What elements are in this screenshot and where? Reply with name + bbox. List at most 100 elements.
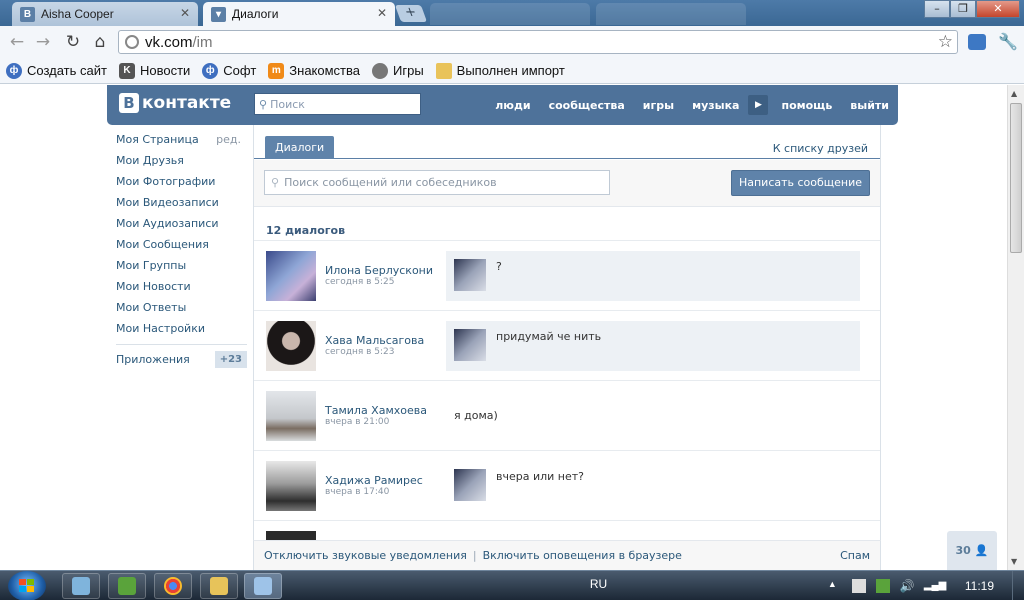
maximize-button[interactable]: ❐ [950,0,976,18]
write-message-button[interactable]: Написать сообщение [731,170,870,196]
scrollbar-thumb[interactable] [1010,103,1022,253]
message-preview[interactable]: ? [446,251,860,301]
nav-games[interactable]: игры [634,99,683,112]
network-signal-icon[interactable]: ▂▄▆ [924,579,946,593]
address-bar[interactable]: vk.com/im ☆ [118,30,958,54]
avatar[interactable] [266,391,316,441]
menu-news[interactable]: Мои Новости [107,276,247,297]
forward-arrow-icon[interactable]: → [32,31,54,53]
menu-apps[interactable]: Приложения +23 [107,349,247,370]
dialog-name[interactable]: Хава Мальсагова [325,334,424,347]
taskbar-active-window[interactable] [244,573,282,599]
menu-audios[interactable]: Мои Аудиозаписи [107,213,247,234]
volume-icon[interactable]: 🔊 [900,579,915,593]
vk-logo[interactable]: B контакте [119,93,231,113]
bookmark-soft[interactable]: ф Софт [202,62,256,79]
scroll-up-icon[interactable]: ▲ [1011,89,1017,98]
menu-videos[interactable]: Мои Видеозаписи [107,192,247,213]
person-icon: 👤 [974,544,989,557]
menu-my-page[interactable]: Моя Страница ред. [107,129,247,150]
avatar[interactable] [266,251,316,301]
windows-logo-icon [19,579,34,592]
avatar[interactable] [266,461,316,511]
bookmark-create-site[interactable]: ф Создать сайт [6,62,107,79]
dialog-row[interactable]: Хадижа Рамирес вчера в 17:40 вчера или н… [254,450,880,520]
nav-music[interactable]: музыка [683,99,748,112]
message-preview[interactable]: придумай че нить [446,321,860,371]
tab-aisha-cooper[interactable]: B Aisha Cooper ✕ [12,2,198,26]
back-arrow-icon[interactable]: ← [6,31,28,53]
language-indicator[interactable]: RU [590,577,607,591]
message-preview[interactable]: вчера или нет? [446,461,860,511]
dialogs-panel: Диалоги К списку друзей ⚲ Поиск сообщени… [253,125,881,570]
bookmark-import-folder[interactable]: Выполнен импорт [435,62,565,79]
show-desktop-button[interactable] [1012,571,1024,600]
apps-count-badge: +23 [214,351,247,368]
usb-icon[interactable] [851,579,866,593]
home-icon[interactable]: ⌂ [89,31,111,53]
play-icon[interactable]: ▶ [748,95,769,115]
online-friends-counter[interactable]: 30 👤 [947,531,997,570]
disable-sound-link[interactable]: Отключить звуковые уведомления [264,549,467,562]
avatar[interactable] [266,321,316,371]
dialog-name[interactable]: Илона Берлускони [325,264,433,277]
vk-top-nav: люди сообщества игры музыка ▶ помощь вый… [486,85,898,125]
close-icon[interactable]: ✕ [180,6,190,20]
dialog-name[interactable]: Хадижа Рамирес [325,474,423,487]
vk-search-input[interactable]: ⚲ Поиск [254,93,421,115]
edit-link[interactable]: ред. [216,129,241,150]
message-search-input[interactable]: ⚲ Поиск сообщений или собеседников [264,170,610,195]
close-window-button[interactable]: ✕ [976,0,1020,18]
enable-browser-notifications-link[interactable]: Включить оповещения в браузере [483,549,682,562]
bookmark-games[interactable]: Игры [372,62,424,79]
message-preview[interactable]: я дома) [446,391,860,441]
menu-friends[interactable]: Мои Друзья [107,150,247,171]
menu-messages[interactable]: Мои Сообщения [107,234,247,255]
dialog-row[interactable]: Илона Берлускони сегодня в 5:25 ? [254,240,880,310]
folder-icon [210,577,228,595]
address-path: /im [192,33,213,51]
tab-title: Диалоги [232,7,279,21]
new-tab-button[interactable]: + [394,5,428,22]
search-icon: ⚲ [259,97,268,111]
taskbar-explorer[interactable] [200,573,238,599]
left-menu: Моя Страница ред. Мои Друзья Мои Фотограф… [107,129,247,370]
dialog-time: вчера в 21:00 [325,417,390,427]
taskbar-utorrent[interactable] [108,573,146,599]
start-button[interactable] [8,571,46,600]
taskbar-notepad[interactable] [62,573,100,599]
nav-logout[interactable]: выйти [841,99,898,112]
reload-icon[interactable]: ↻ [62,31,84,53]
menu-settings[interactable]: Мои Настройки [107,318,247,339]
dialog-name[interactable]: Тамила Хамхоева [325,404,427,417]
bookmark-dating[interactable]: m Знакомства [268,62,360,79]
friends-list-link[interactable]: К списку друзей [773,142,868,155]
nav-people[interactable]: люди [486,99,539,112]
tab-dialogs[interactable]: ▾ Диалоги ✕ [203,2,395,26]
menu-groups[interactable]: Мои Группы [107,255,247,276]
bookmark-news[interactable]: K Новости [118,62,190,79]
minimize-button[interactable]: – [924,0,950,18]
extension-icon[interactable] [968,34,986,50]
nav-help[interactable]: помощь [772,99,841,112]
taskbar-chrome[interactable] [154,573,192,599]
clock[interactable]: 11:19 [965,579,994,593]
page-scrollbar[interactable]: ▲ ▼ [1007,85,1024,570]
spam-link[interactable]: Спам [840,549,870,562]
show-hidden-icons[interactable]: ▲ [828,579,842,593]
dialogs-footer: Отключить звуковые уведомления | Включит… [253,540,881,570]
wrench-icon[interactable]: 🔧 [998,34,1018,50]
tab-dialogs-active[interactable]: Диалоги [265,136,335,159]
dialog-row[interactable]: Хава Мальсагова сегодня в 5:23 придумай … [254,310,880,380]
bookmark-star-icon[interactable]: ☆ [938,32,953,52]
ucoz-icon: ф [202,62,219,79]
utorrent-tray-icon[interactable] [875,579,890,593]
vk-icon: B [20,6,35,22]
vk-search-placeholder: Поиск [270,97,305,111]
menu-photos[interactable]: Мои Фотографии [107,171,247,192]
dialog-row[interactable]: Тамила Хамхоева вчера в 21:00 я дома) [254,380,880,450]
nav-communities[interactable]: сообщества [540,99,634,112]
close-icon[interactable]: ✕ [377,6,387,20]
menu-answers[interactable]: Мои Ответы [107,297,247,318]
scroll-down-icon[interactable]: ▼ [1011,557,1017,566]
